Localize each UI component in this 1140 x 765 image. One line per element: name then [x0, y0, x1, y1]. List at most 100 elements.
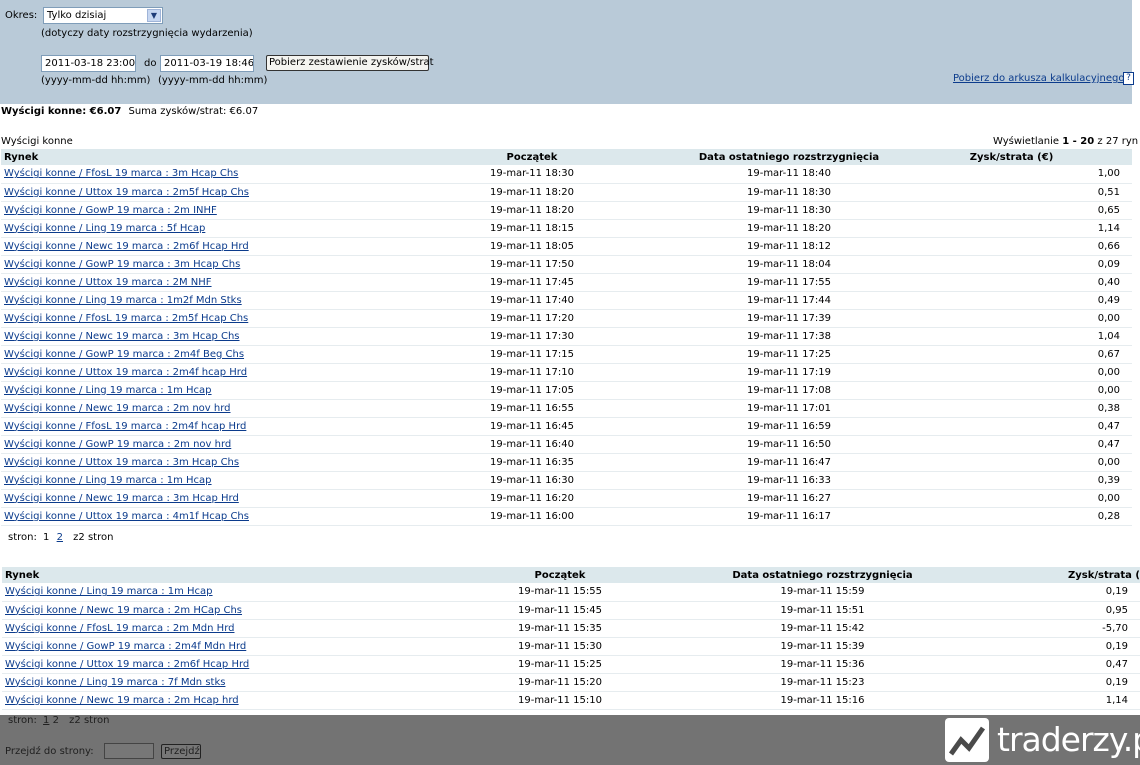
- market-link[interactable]: Wyścigi konne / Uttox 19 marca : 3m Hcap…: [4, 457, 239, 468]
- market-link[interactable]: Wyścigi konne / GowP 19 marca : 2m nov h…: [4, 439, 231, 450]
- market-link[interactable]: Wyścigi konne / Ling 19 marca : 1m Hcap: [5, 586, 213, 597]
- col-pnl[interactable]: Zysk/strata (€): [888, 149, 1132, 165]
- pnl-value: 0,66: [1097, 240, 1120, 252]
- market-link[interactable]: Wyścigi konne / FfosL 19 marca : 2m4f hc…: [4, 421, 246, 432]
- table-row: Wyścigi konne / Uttox 19 marca : 2m5f Hc…: [1, 183, 1132, 202]
- pnl-value: 0,19: [1105, 676, 1128, 688]
- cell-start: 19-mar-11 17:45: [374, 273, 690, 292]
- pnl-value: 0,47: [1097, 438, 1120, 450]
- cell-start: 19-mar-11 15:20: [400, 673, 720, 692]
- market-link[interactable]: Wyścigi konne / Newc 19 marca : 3m Hcap …: [4, 493, 239, 504]
- cell-start: 19-mar-11 16:00: [374, 507, 690, 526]
- settled-time: 19-mar-11 16:50: [746, 438, 831, 450]
- col-pnl[interactable]: Zysk/strata (: [925, 567, 1140, 583]
- pnl-value: 1,00: [1097, 168, 1120, 180]
- pnl-value: 0,28: [1097, 510, 1120, 522]
- cell-start: 19-mar-11 18:20: [374, 183, 690, 202]
- brand-name: traderzy.pl: [997, 720, 1140, 759]
- market-link[interactable]: Wyścigi konne / Ling 19 marca : 1m Hcap: [4, 475, 212, 486]
- table-row: Wyścigi konne / FfosL 19 marca : 2m4f hc…: [1, 417, 1132, 436]
- period-label: Okres:: [5, 10, 38, 21]
- settled-time: 19-mar-11 15:36: [780, 658, 865, 670]
- settled-time: 19-mar-11 18:12: [746, 240, 831, 252]
- cell-start: 19-mar-11 15:10: [400, 691, 720, 710]
- market-link[interactable]: Wyścigi konne / FfosL 19 marca : 2m Mdn …: [5, 623, 234, 634]
- fetch-pnl-button[interactable]: Pobierz zestawienie zysków/strat: [266, 55, 434, 71]
- markets-table-page-1: Rynek Początek Data ostatniego rozstrzyg…: [1, 149, 1132, 526]
- pnl-value: 0,51: [1097, 186, 1120, 198]
- cell-market: Wyścigi konne / FfosL 19 marca : 3m Hcap…: [1, 165, 374, 184]
- market-link[interactable]: Wyścigi konne / Uttox 19 marca : 2m6f Hc…: [5, 659, 249, 670]
- cell-market: Wyścigi konne / Ling 19 marca : 5f Hcap: [1, 219, 374, 238]
- cell-settled: 19-mar-11 17:38: [690, 327, 888, 346]
- col-market[interactable]: Rynek: [1, 149, 374, 165]
- cell-settled: 19-mar-11 18:20: [690, 219, 888, 238]
- col-settled[interactable]: Data ostatniego rozstrzygnięcia: [690, 149, 888, 165]
- start-time: 19-mar-11 17:45: [489, 276, 574, 288]
- pnl-value: 1,14: [1105, 694, 1128, 706]
- market-link[interactable]: Wyścigi konne / Uttox 19 marca : 4m1f Hc…: [4, 511, 249, 522]
- start-time: 19-mar-11 16:35: [489, 456, 574, 468]
- goto-button[interactable]: Przejdź: [161, 744, 201, 759]
- cell-market: Wyścigi konne / Newc 19 marca : 2m nov h…: [1, 399, 374, 418]
- market-link[interactable]: Wyścigi konne / Uttox 19 marca : 2m4f hc…: [4, 367, 247, 378]
- market-link[interactable]: Wyścigi konne / Uttox 19 marca : 2M NHF: [4, 277, 212, 288]
- market-link[interactable]: Wyścigi konne / Ling 19 marca : 7f Mdn s…: [5, 677, 225, 688]
- traderzy-logo: traderzy.pl: [945, 718, 1140, 764]
- start-time: 19-mar-11 16:45: [489, 420, 574, 432]
- cell-market: Wyścigi konne / GowP 19 marca : 2m INHF: [1, 201, 374, 220]
- market-link[interactable]: Wyścigi konne / Newc 19 marca : 2m Hcap …: [5, 695, 239, 706]
- goto-page-input[interactable]: [104, 743, 154, 759]
- market-link[interactable]: Wyścigi konne / Ling 19 marca : 1m Hcap: [4, 385, 212, 396]
- start-time: 19-mar-11 17:05: [489, 384, 574, 396]
- market-link[interactable]: Wyścigi konne / FfosL 19 marca : 2m5f Hc…: [4, 313, 248, 324]
- pager-link-2[interactable]: 2: [57, 532, 63, 543]
- period-select-value: Tylko dzisiaj: [47, 10, 107, 21]
- summary-line: Wyścigi konne: €6.07 Suma zysków/strat: …: [1, 106, 258, 117]
- market-link[interactable]: Wyścigi konne / Ling 19 marca : 1m2f Mdn…: [4, 295, 242, 306]
- col-market[interactable]: Rynek: [2, 567, 400, 583]
- help-icon[interactable]: ?: [1123, 72, 1134, 85]
- market-link[interactable]: Wyścigi konne / Newc 19 marca : 2m6f Hca…: [4, 241, 249, 252]
- cell-pnl: 0,47: [888, 435, 1132, 454]
- period-select[interactable]: Tylko dzisiaj ▼: [43, 7, 163, 24]
- market-link[interactable]: Wyścigi konne / GowP 19 marca : 2m4f Mdn…: [5, 641, 246, 652]
- start-time: 19-mar-11 18:30: [489, 168, 574, 180]
- pager-link-1[interactable]: 1: [43, 715, 49, 726]
- settled-time: 19-mar-11 15:39: [780, 640, 865, 652]
- cell-settled: 19-mar-11 15:51: [720, 601, 925, 620]
- start-time: 19-mar-11 17:30: [489, 330, 574, 342]
- market-link[interactable]: Wyścigi konne / Newc 19 marca : 2m HCap …: [5, 605, 242, 616]
- cell-settled: 19-mar-11 17:39: [690, 309, 888, 328]
- spreadsheet-link[interactable]: Pobierz do arkusza kalkulacyjnego: [953, 73, 1124, 84]
- pnl-value: 1,04: [1097, 330, 1120, 342]
- market-link[interactable]: Wyścigi konne / GowP 19 marca : 3m Hcap …: [4, 259, 240, 270]
- cell-start: 19-mar-11 17:05: [374, 381, 690, 400]
- market-link[interactable]: Wyścigi konne / GowP 19 marca : 2m INHF: [4, 205, 217, 216]
- chevron-down-icon[interactable]: ▼: [147, 9, 161, 22]
- cell-market: Wyścigi konne / Uttox 19 marca : 4m1f Hc…: [1, 507, 374, 526]
- settled-time: 19-mar-11 15:59: [780, 586, 865, 598]
- cell-settled: 19-mar-11 16:59: [690, 417, 888, 436]
- market-link[interactable]: Wyścigi konne / GowP 19 marca : 2m4f Beg…: [4, 349, 244, 360]
- table-row: Wyścigi konne / GowP 19 marca : 2m4f Mdn…: [2, 637, 1140, 656]
- market-link[interactable]: Wyścigi konne / Ling 19 marca : 5f Hcap: [4, 223, 205, 234]
- market-link[interactable]: Wyścigi konne / Uttox 19 marca : 2m5f Hc…: [4, 187, 249, 198]
- date-from-input[interactable]: 2011-03-18 23:00: [41, 55, 136, 72]
- market-link[interactable]: Wyścigi konne / FfosL 19 marca : 3m Hcap…: [4, 168, 238, 179]
- date-to-input[interactable]: 2011-03-19 18:46: [160, 55, 254, 72]
- cell-pnl: 0,28: [888, 507, 1132, 526]
- start-time: 19-mar-11 15:35: [517, 622, 602, 634]
- table-row: Wyścigi konne / Ling 19 marca : 1m2f Mdn…: [1, 291, 1132, 310]
- col-start[interactable]: Początek: [400, 567, 720, 583]
- table-row: Wyścigi konne / GowP 19 marca : 2m nov h…: [1, 435, 1132, 454]
- col-settled[interactable]: Data ostatniego rozstrzygnięcia: [720, 567, 925, 583]
- cell-settled: 19-mar-11 16:17: [690, 507, 888, 526]
- market-link[interactable]: Wyścigi konne / Newc 19 marca : 3m Hcap …: [4, 331, 240, 342]
- market-link[interactable]: Wyścigi konne / Newc 19 marca : 2m nov h…: [4, 403, 231, 414]
- start-time: 19-mar-11 16:20: [489, 492, 574, 504]
- goto-label: Przejdź do strony:: [5, 746, 94, 757]
- settled-time: 19-mar-11 17:44: [746, 294, 831, 306]
- col-start[interactable]: Początek: [374, 149, 690, 165]
- pnl-value: 0,38: [1097, 402, 1120, 414]
